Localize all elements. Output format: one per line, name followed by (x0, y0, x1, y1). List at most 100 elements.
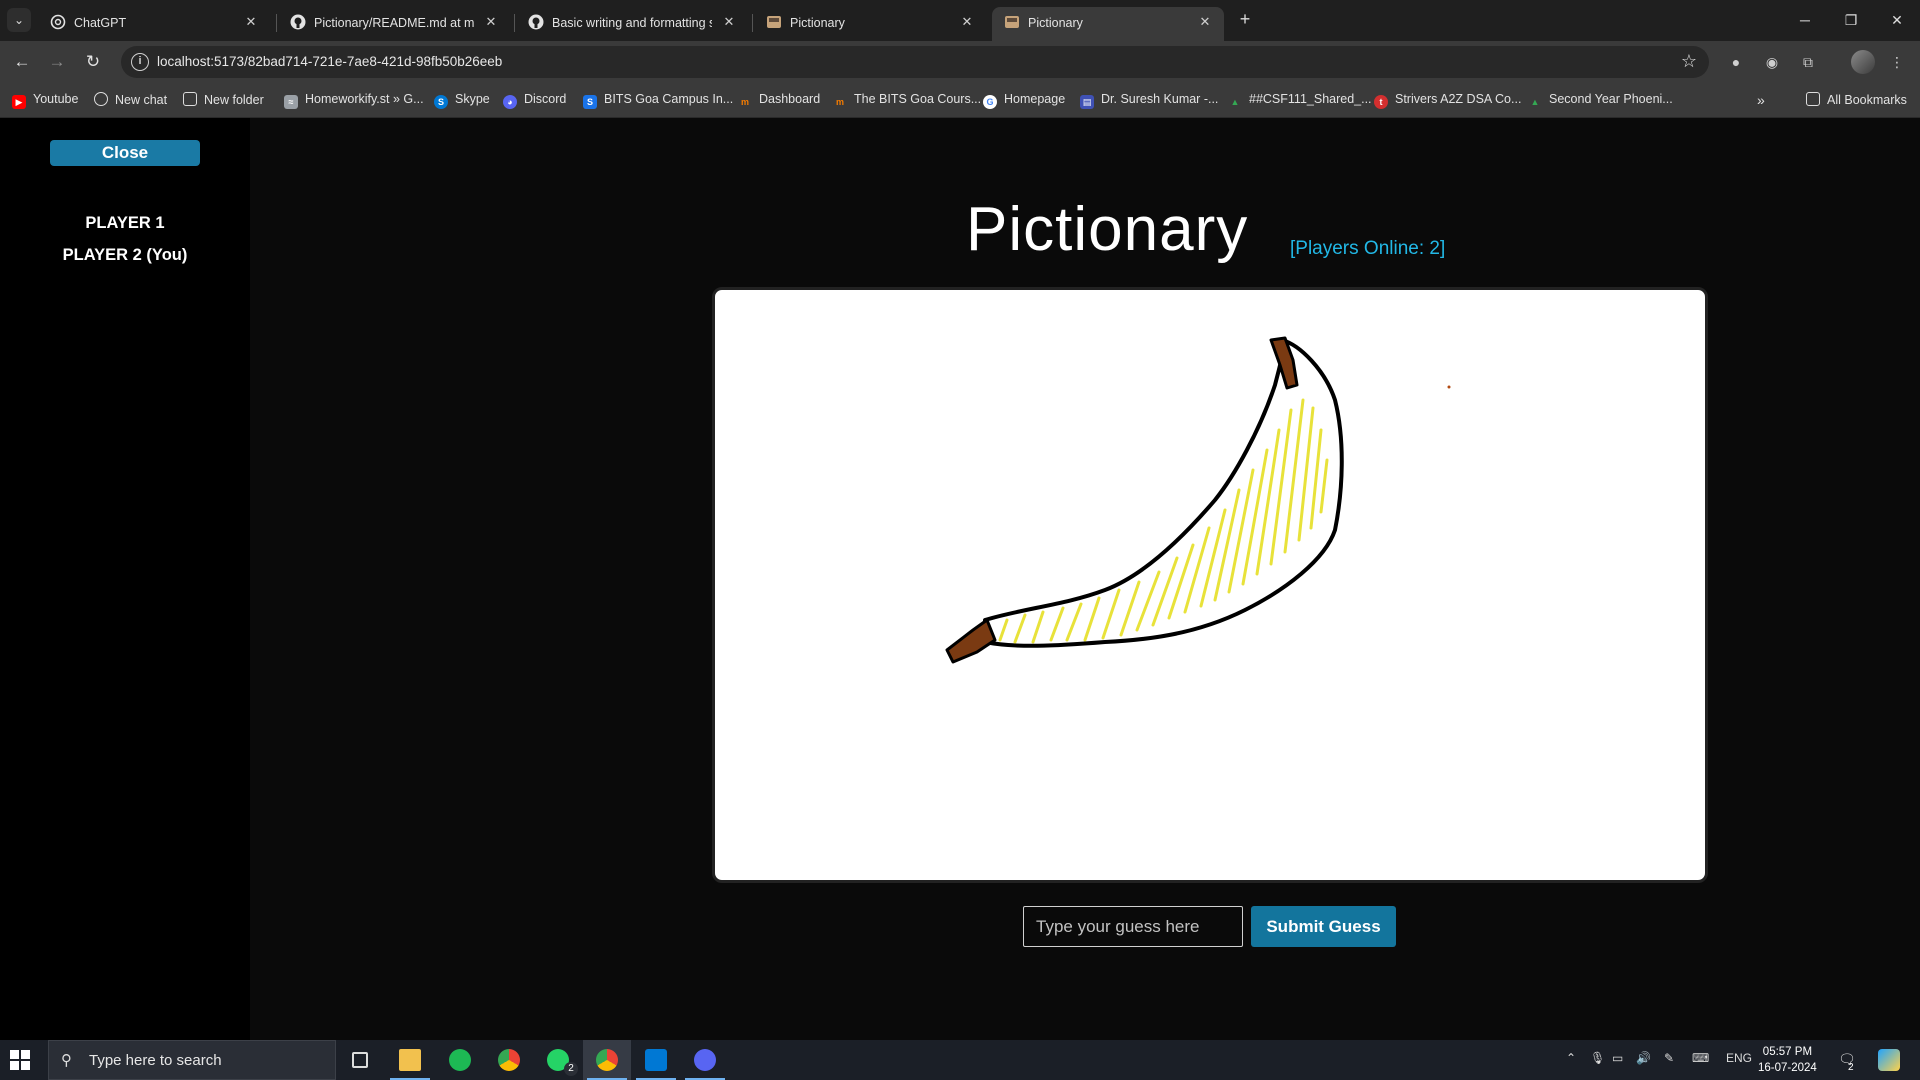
homeworkify-icon: ≈ (284, 95, 298, 109)
folder-icon (1806, 92, 1820, 106)
search-icon: ⚲ (61, 1052, 72, 1069)
bookmark-homeworkify[interactable]: ≈ Homeworkify.st » G... (284, 92, 424, 110)
folder-icon (183, 92, 197, 106)
bookmarks-bar: ▶ Youtube New chat New folder ≈ Homeworkif… (0, 83, 1920, 118)
tab-search-icon[interactable]: ⌄ (7, 8, 31, 32)
bookmark-csf111[interactable]: ▲ ##CSF111_Shared_... (1228, 92, 1372, 110)
tab-close-icon[interactable]: ✕ (242, 13, 260, 31)
chrome-icon (498, 1049, 520, 1071)
pictionary-favicon-icon (767, 16, 781, 28)
tab-close-icon[interactable]: ✕ (482, 13, 500, 31)
bookmark-dashboard[interactable]: m Dashboard (738, 92, 820, 110)
windows-start-icon[interactable] (10, 1050, 30, 1070)
copilot-icon[interactable] (1878, 1049, 1900, 1071)
chatgpt-icon (50, 14, 66, 30)
github-icon (290, 14, 306, 30)
browser-menu-icon[interactable]: ⋮ (1886, 51, 1908, 73)
whatsapp-button[interactable]: 2 (534, 1040, 582, 1080)
bookmark-homepage[interactable]: G Homepage (983, 92, 1065, 110)
spotify-button[interactable] (436, 1040, 484, 1080)
discord-icon: ◕ (503, 95, 517, 109)
profile-avatar[interactable] (1851, 50, 1875, 74)
submit-guess-button[interactable]: Submit Guess (1251, 906, 1396, 947)
tab-chatgpt[interactable]: ChatGPT ✕ (38, 7, 270, 41)
volume-icon[interactable]: 🔊 (1636, 1051, 1651, 1065)
extension-icon[interactable]: ● (1725, 51, 1747, 73)
all-bookmarks[interactable]: All Bookmarks (1806, 92, 1907, 110)
tab-close-icon[interactable]: ✕ (958, 13, 976, 31)
bookmark-youtube[interactable]: ▶ Youtube (12, 92, 78, 110)
bookmark-star-icon[interactable]: ☆ (1681, 51, 1697, 72)
site-info-icon[interactable]: i (131, 53, 149, 71)
extension-face-icon[interactable]: ◉ (1761, 51, 1783, 73)
bookmark-bits-goa-course[interactable]: m The BITS Goa Cours... (833, 92, 981, 110)
tab-separator (276, 14, 277, 32)
folder-icon (399, 1049, 421, 1071)
file-explorer-button[interactable] (386, 1040, 434, 1080)
chatgpt-icon (94, 92, 108, 106)
tab-pictionary-1[interactable]: Pictionary ✕ (754, 7, 986, 41)
bookmark-new-folder[interactable]: New folder (183, 92, 264, 110)
youtube-icon: ▶ (12, 95, 26, 109)
task-view-button[interactable] (336, 1040, 384, 1080)
vscode-button[interactable] (632, 1040, 680, 1080)
close-window-button[interactable]: ✕ (1874, 0, 1920, 41)
player-1-name: PLAYER 1 (85, 214, 165, 232)
chrome-button[interactable] (485, 1040, 533, 1080)
microphone-icon[interactable]: 🎙 (1590, 1051, 1605, 1065)
close-sidebar-button[interactable]: Close (50, 140, 200, 166)
taskbar-search-box[interactable]: ⚲ Type here to search (48, 1040, 336, 1080)
more-bookmarks-icon[interactable]: » (1757, 92, 1765, 110)
notifications-count: 2 (1848, 1062, 1854, 1073)
guess-input[interactable] (1023, 906, 1243, 947)
pen-icon[interactable]: ✎ (1664, 1051, 1674, 1065)
restore-button[interactable]: ❐ (1828, 0, 1874, 41)
tab-github-readme[interactable]: Pictionary/README.md at main ✕ (278, 7, 510, 41)
chrome-icon (596, 1049, 618, 1071)
bookmark-discord[interactable]: ◕ Discord (503, 92, 566, 110)
bookmark-strivers[interactable]: t Strivers A2Z DSA Co... (1374, 92, 1521, 110)
new-tab-button[interactable]: + (1234, 8, 1256, 30)
keyboard-icon[interactable]: ⌨ (1692, 1051, 1709, 1065)
address-bar[interactable]: i localhost:5173/82bad714-721e-7ae8-421d… (121, 46, 1709, 78)
tab-title: Pictionary/README.md at main (314, 16, 474, 30)
tab-strip: ⌄ ChatGPT ✕ Pictionary/README.md at main… (0, 0, 1920, 41)
tab-close-icon[interactable]: ✕ (1196, 13, 1214, 31)
input-language[interactable]: ENG (1726, 1051, 1752, 1065)
url-text[interactable]: localhost:5173/82bad714-721e-7ae8-421d-9… (157, 54, 502, 69)
system-clock[interactable]: 05:57 PM 16-07-2024 (1758, 1044, 1817, 1076)
tab-github-docs[interactable]: Basic writing and formatting sy ✕ (516, 7, 748, 41)
forward-arrow-icon[interactable]: → (45, 50, 69, 74)
taskbar-search-placeholder: Type here to search (89, 1052, 222, 1069)
tab-pictionary-active[interactable]: Pictionary ✕ (992, 7, 1224, 41)
drawing-canvas[interactable] (712, 287, 1708, 883)
calendar-icon: ▤ (1080, 95, 1094, 109)
minimize-button[interactable]: ─ (1782, 0, 1828, 41)
bookmark-new-chat[interactable]: New chat (94, 92, 167, 110)
discord-button[interactable] (681, 1040, 729, 1080)
bookmark-bits-goa-campus[interactable]: S BITS Goa Campus In... (583, 92, 733, 110)
google-drive-icon: ▲ (1530, 97, 1540, 107)
back-arrow-icon[interactable]: ← (10, 50, 34, 74)
network-icon[interactable]: ▭ (1612, 1051, 1623, 1065)
spotify-icon (449, 1049, 471, 1071)
tab-title: Pictionary (1028, 16, 1083, 30)
tab-close-icon[interactable]: ✕ (720, 13, 738, 31)
bookmark-dr-suresh-kumar[interactable]: ▤ Dr. Suresh Kumar -... (1080, 92, 1218, 110)
tab-title: ChatGPT (74, 16, 127, 30)
chrome-active-button[interactable] (583, 1040, 631, 1080)
discord-icon (694, 1049, 716, 1071)
browser-toolbar: ← → ↻ i localhost:5173/82bad714-721e-7ae… (0, 41, 1920, 83)
reload-icon[interactable]: ↻ (81, 50, 105, 74)
github-icon (528, 14, 544, 30)
moodle-icon: m (740, 97, 749, 107)
tab-separator (752, 14, 753, 32)
show-hidden-icons-chevron-icon[interactable]: ⌃ (1566, 1051, 1576, 1065)
bookmark-skype[interactable]: S Skype (434, 92, 490, 110)
bookmark-second-year[interactable]: ▲ Second Year Phoeni... (1528, 92, 1673, 110)
pictionary-page: Close PLAYER 1 PLAYER 2 (You) Pictionary… (0, 118, 1920, 1040)
extensions-puzzle-icon[interactable]: ⧉ (1797, 51, 1819, 73)
clock-time: 05:57 PM (1762, 1046, 1813, 1058)
game-area: Pictionary [Players Online: 2] Type your… (250, 118, 1920, 1040)
google-icon: G (983, 95, 997, 109)
